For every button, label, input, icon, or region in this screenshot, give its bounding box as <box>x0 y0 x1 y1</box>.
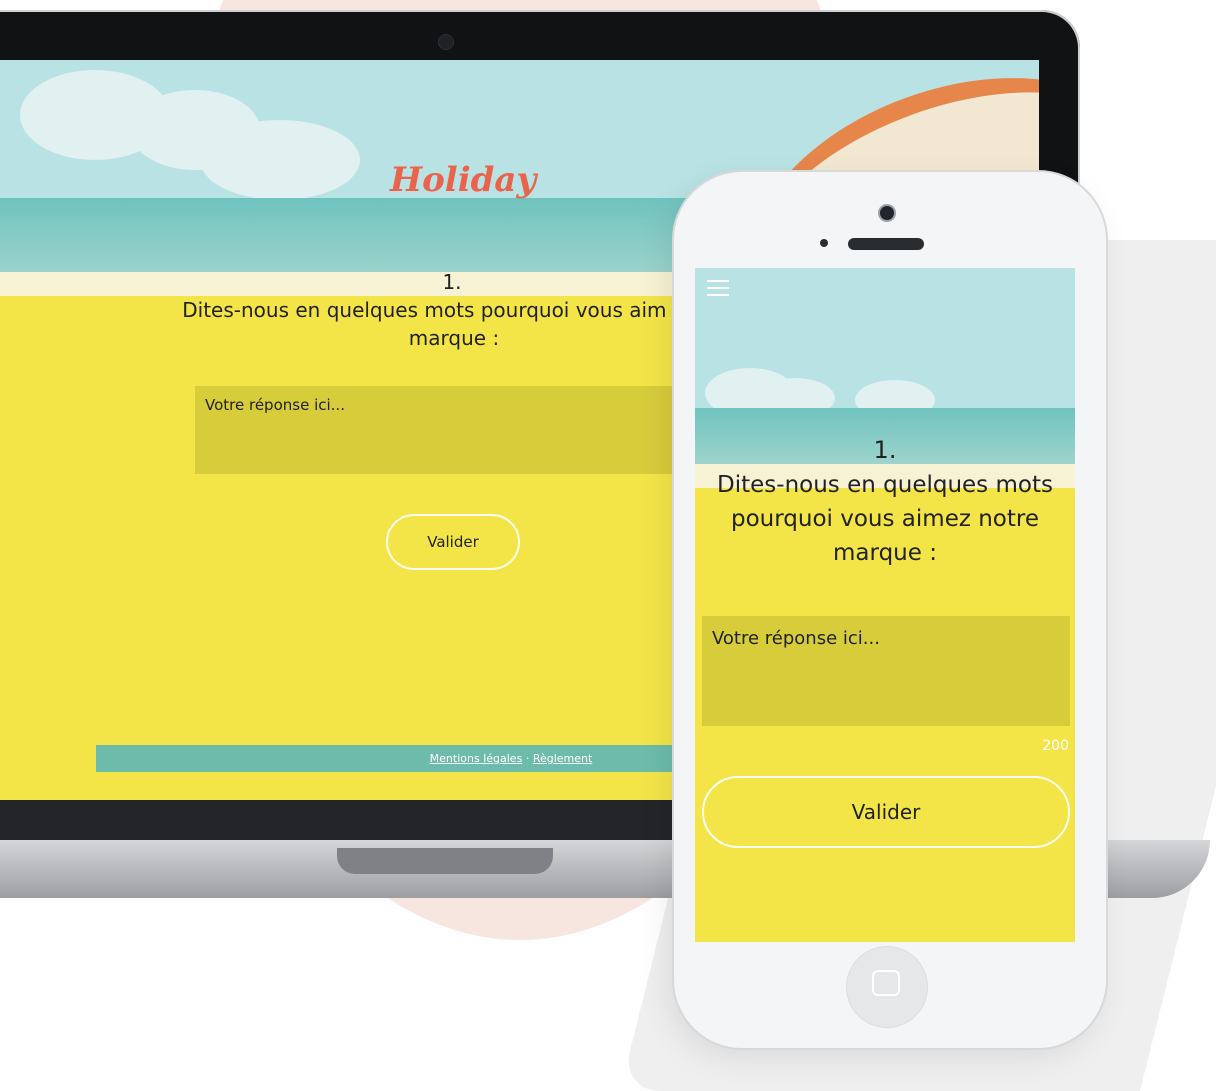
answer-textarea[interactable]: Votre réponse ici... <box>195 386 755 474</box>
mentions-legales-link[interactable]: Mentions légales <box>430 752 523 765</box>
laptop-camera <box>438 34 454 50</box>
hamburger-menu-icon[interactable] <box>707 280 729 296</box>
question-number: 1. <box>873 436 897 464</box>
laptop-hinge-notch <box>337 848 553 874</box>
question-text: Dites-nous en quelques mots pourquoi vou… <box>717 472 1053 566</box>
reglement-link[interactable]: Règlement <box>533 752 593 765</box>
phone-camera <box>878 204 896 222</box>
phone-speaker <box>848 238 924 250</box>
valider-button[interactable]: Valider <box>702 776 1070 848</box>
answer-textarea[interactable]: Votre réponse ici... <box>702 616 1070 726</box>
cloud <box>200 120 360 200</box>
character-counter: 200 <box>1042 738 1069 754</box>
footer-separator: · <box>525 752 530 765</box>
holiday-logo: Holiday <box>390 160 537 200</box>
phone-screen: 1. Dites-nous en quelques mots pourquoi … <box>695 268 1075 942</box>
home-button-icon <box>872 970 900 996</box>
question-text: Dites-nous en quelques mots pourquoi vou… <box>182 298 726 350</box>
valider-button[interactable]: Valider <box>386 514 520 570</box>
phone-sensor <box>820 239 828 247</box>
